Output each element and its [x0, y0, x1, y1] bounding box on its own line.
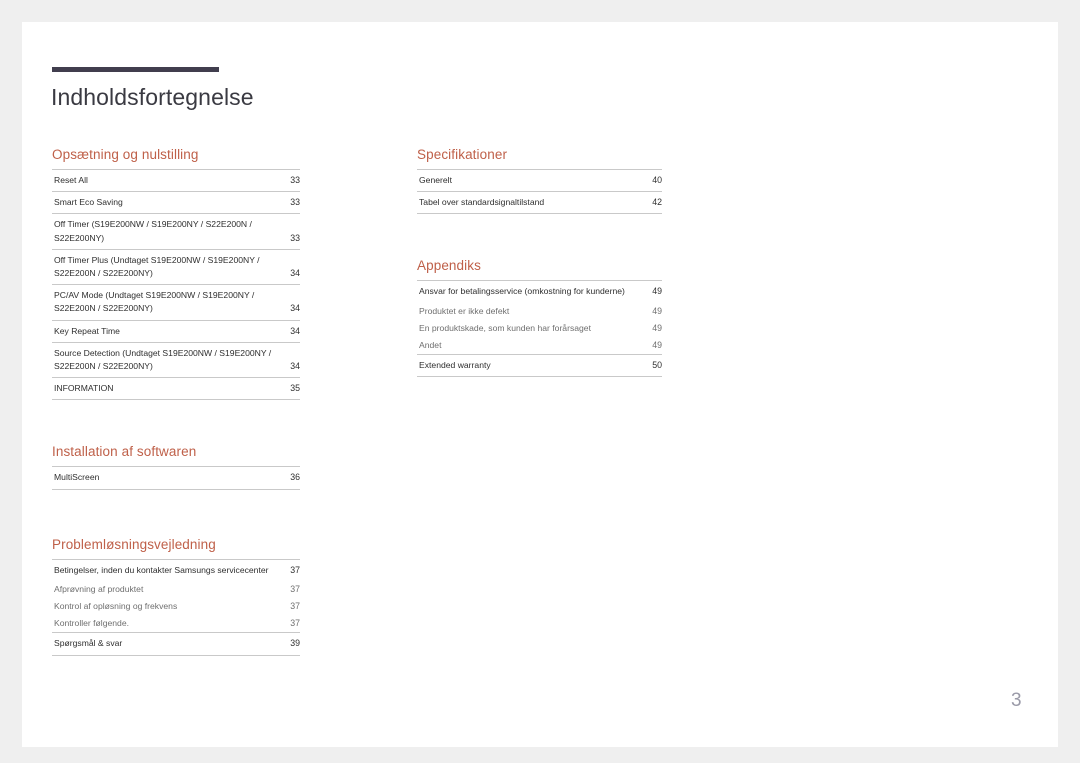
- toc-entry-afproevning-af-produktet[interactable]: Afprøvning af produktet 37: [52, 581, 300, 598]
- toc-group: Source Detection (Undtaget S19E200NW / S…: [52, 341, 300, 377]
- toc-column-right: Specifikationer Generelt 40 Tabel over stan…: [417, 147, 662, 378]
- toc-entry-smart-eco-saving[interactable]: Smart Eco Saving 33: [52, 192, 300, 213]
- toc-group: Ansvar for betalingsservice (omkostning …: [417, 280, 662, 354]
- toc-entry-kontroller-foelgende[interactable]: Kontroller følgende. 37: [52, 615, 300, 632]
- toc-entry-label: Off Timer (S19E200NW / S19E200NY / S22E2…: [54, 219, 252, 243]
- toc-column-left: Opsætning og nulstilling Reset All 33 Smart…: [52, 147, 300, 656]
- toc-entry-label: Ansvar for betalingsservice (omkostning …: [419, 286, 625, 297]
- toc-entry-label: Source Detection (Undtaget S19E200NW / S…: [54, 347, 272, 372]
- toc-group: Extended warranty 50: [417, 354, 662, 378]
- toc-group: Off Timer (S19E200NW / S19E200NY / S22E2…: [52, 213, 300, 248]
- toc-entry-ansvar-for-betalingsservice-omkostning-for-k[interactable]: Ansvar for betalingsservice (omkostning …: [417, 281, 662, 302]
- toc-entry-andet[interactable]: Andet 49: [417, 337, 662, 354]
- section-heading[interactable]: Installation af softwaren: [52, 444, 300, 459]
- toc-entry-key-repeat-time[interactable]: Key Repeat Time 34: [52, 321, 300, 342]
- toc-entry-label: Kontrol af opløsning og frekvens: [54, 601, 178, 612]
- toc-entry-page: 34: [290, 268, 300, 279]
- toc-entry-label: INFORMATION: [54, 383, 114, 394]
- toc-group: PC/AV Mode (Undtaget S19E200NW / S19E200…: [52, 284, 300, 319]
- toc-entry-page: 36: [290, 472, 300, 483]
- toc-group: Smart Eco Saving 33: [52, 191, 300, 213]
- toc-group: INFORMATION 35: [52, 377, 300, 401]
- toc-entry-page: 37: [290, 601, 300, 612]
- toc-group: Off Timer Plus (Undtaget S19E200NW / S19…: [52, 248, 300, 284]
- toc-group: Reset All 33: [52, 169, 300, 191]
- toc-group: MultiScreen 36: [52, 466, 300, 490]
- toc-entry-page: 49: [652, 305, 662, 316]
- toc-entry-label: Generelt: [419, 175, 452, 185]
- toc-entry-betingelser-inden-du-kontakter-samsungs-serv[interactable]: Betingelser, inden du kontakter Samsungs…: [52, 560, 300, 581]
- toc-entry-off-timer-s19e200nw-s19e200ny-s22e200n-s22e2[interactable]: Off Timer (S19E200NW / S19E200NY / S22E2…: [52, 214, 300, 248]
- toc-entry-page: 49: [652, 322, 662, 333]
- toc-entry-page: 34: [290, 303, 300, 314]
- toc-section-appendiks: Appendiks Ansvar for betalingsservice (om…: [417, 258, 662, 378]
- toc-entry-label: Off Timer Plus (Undtaget S19E200NW / S19…: [54, 254, 260, 279]
- toc-group: Betingelser, inden du kontakter Samsungs…: [52, 558, 300, 633]
- toc-section-problemloesningsvejledning: Problemløsningsvejledning Betingelser, in…: [52, 537, 300, 656]
- toc-entry-label: Kontroller følgende.: [54, 618, 129, 629]
- toc-entry-label: PC/AV Mode (Undtaget S19E200NW / S19E200…: [54, 290, 255, 314]
- toc-entry-multiscreen[interactable]: MultiScreen 36: [52, 467, 300, 488]
- toc-entry-label: En produktskade, som kunden har forårsag…: [419, 322, 591, 333]
- toc-group: Tabel over standardsignaltilstand 42: [417, 191, 662, 215]
- toc-group: Key Repeat Time 34: [52, 319, 300, 342]
- toc-entry-page: 33: [290, 197, 300, 208]
- toc-entry-page: 40: [652, 175, 662, 185]
- toc-entry-spoergsmaal-svar[interactable]: Spørgsmål & svar 39: [52, 633, 300, 654]
- section-heading[interactable]: Opsætning og nulstilling: [52, 147, 300, 162]
- toc-group: Spørgsmål & svar 39: [52, 632, 300, 656]
- toc-entry-label: Afprøvning af produktet: [54, 583, 144, 594]
- toc-entry-page: 49: [652, 286, 662, 297]
- document-page: Indholdsfortegnelse Opsætning og nulstil…: [22, 22, 1058, 747]
- toc-entry-label: MultiScreen: [54, 472, 100, 483]
- page-number: 3: [1011, 690, 1022, 711]
- toc-section-opsaetning-og-nulstilling: Opsætning og nulstilling Reset All 33 Smart…: [52, 147, 300, 401]
- toc-entry-page: 34: [290, 325, 300, 336]
- toc-entry-page: 33: [290, 175, 300, 185]
- toc-entry-label: Reset All: [54, 175, 88, 185]
- toc-entry-reset-all[interactable]: Reset All 33: [52, 170, 300, 191]
- toc-entry-source-detection-undtaget-s19e200nw-s19e200n[interactable]: Source Detection (Undtaget S19E200NW / S…: [52, 343, 300, 377]
- toc-entry-page: 50: [652, 360, 662, 371]
- toc-entry-label: Smart Eco Saving: [54, 197, 123, 208]
- toc-entry-label: Produktet er ikke defekt: [419, 305, 510, 316]
- toc-entry-label: Extended warranty: [419, 360, 491, 371]
- section-heading[interactable]: Specifikationer: [417, 147, 662, 162]
- toc-entry-label: Key Repeat Time: [54, 325, 120, 336]
- toc-entry-page: 37: [290, 564, 300, 575]
- toc-entry-page: 42: [652, 197, 662, 208]
- toc-entry-label: Andet: [419, 340, 442, 351]
- title-accent-rule: [52, 67, 219, 72]
- toc-entry-page: 37: [290, 583, 300, 594]
- toc-entry-page: 49: [652, 340, 662, 351]
- toc-entry-tabel-over-standardsignaltilstand[interactable]: Tabel over standardsignaltilstand 42: [417, 192, 662, 213]
- toc-entry-label: Betingelser, inden du kontakter Samsungs…: [54, 564, 269, 575]
- toc-entry-page: 34: [290, 361, 300, 372]
- toc-section-specifikationer: Specifikationer Generelt 40 Tabel over stan…: [417, 147, 662, 215]
- toc-entry-generelt[interactable]: Generelt 40: [417, 170, 662, 191]
- toc-entry-page: 35: [290, 383, 300, 394]
- toc-entry-page: 37: [290, 618, 300, 629]
- toc-entry-label: Spørgsmål & svar: [54, 638, 123, 649]
- section-heading[interactable]: Appendiks: [417, 258, 662, 273]
- toc-entry-produktet-er-ikke-defekt[interactable]: Produktet er ikke defekt 49: [417, 303, 662, 320]
- toc-group: Generelt 40: [417, 169, 662, 191]
- toc-entry-extended-warranty[interactable]: Extended warranty 50: [417, 355, 662, 376]
- toc-entry-pc-av-mode-undtaget-s19e200nw-s19e200ny-s22e[interactable]: PC/AV Mode (Undtaget S19E200NW / S19E200…: [52, 285, 300, 319]
- toc-section-installation-af-softwaren: Installation af softwaren MultiScreen 36: [52, 444, 300, 490]
- toc-entry-off-timer-plus-undtaget-s19e200nw-s19e200ny-[interactable]: Off Timer Plus (Undtaget S19E200NW / S19…: [52, 250, 300, 284]
- toc-entry-information[interactable]: INFORMATION 35: [52, 378, 300, 399]
- toc-entry-label: Tabel over standardsignaltilstand: [419, 197, 545, 208]
- section-heading[interactable]: Problemløsningsvejledning: [52, 537, 300, 552]
- toc-entry-en-produktskade-som-kunden-har-foraarsaget[interactable]: En produktskade, som kunden har forårsag…: [417, 320, 662, 337]
- toc-entry-page: 33: [290, 232, 300, 243]
- toc-entry-kontrol-af-oploesning-og-frekvens[interactable]: Kontrol af opløsning og frekvens 37: [52, 598, 300, 615]
- page-title: Indholdsfortegnelse: [51, 84, 254, 110]
- toc-entry-page: 39: [290, 638, 300, 649]
